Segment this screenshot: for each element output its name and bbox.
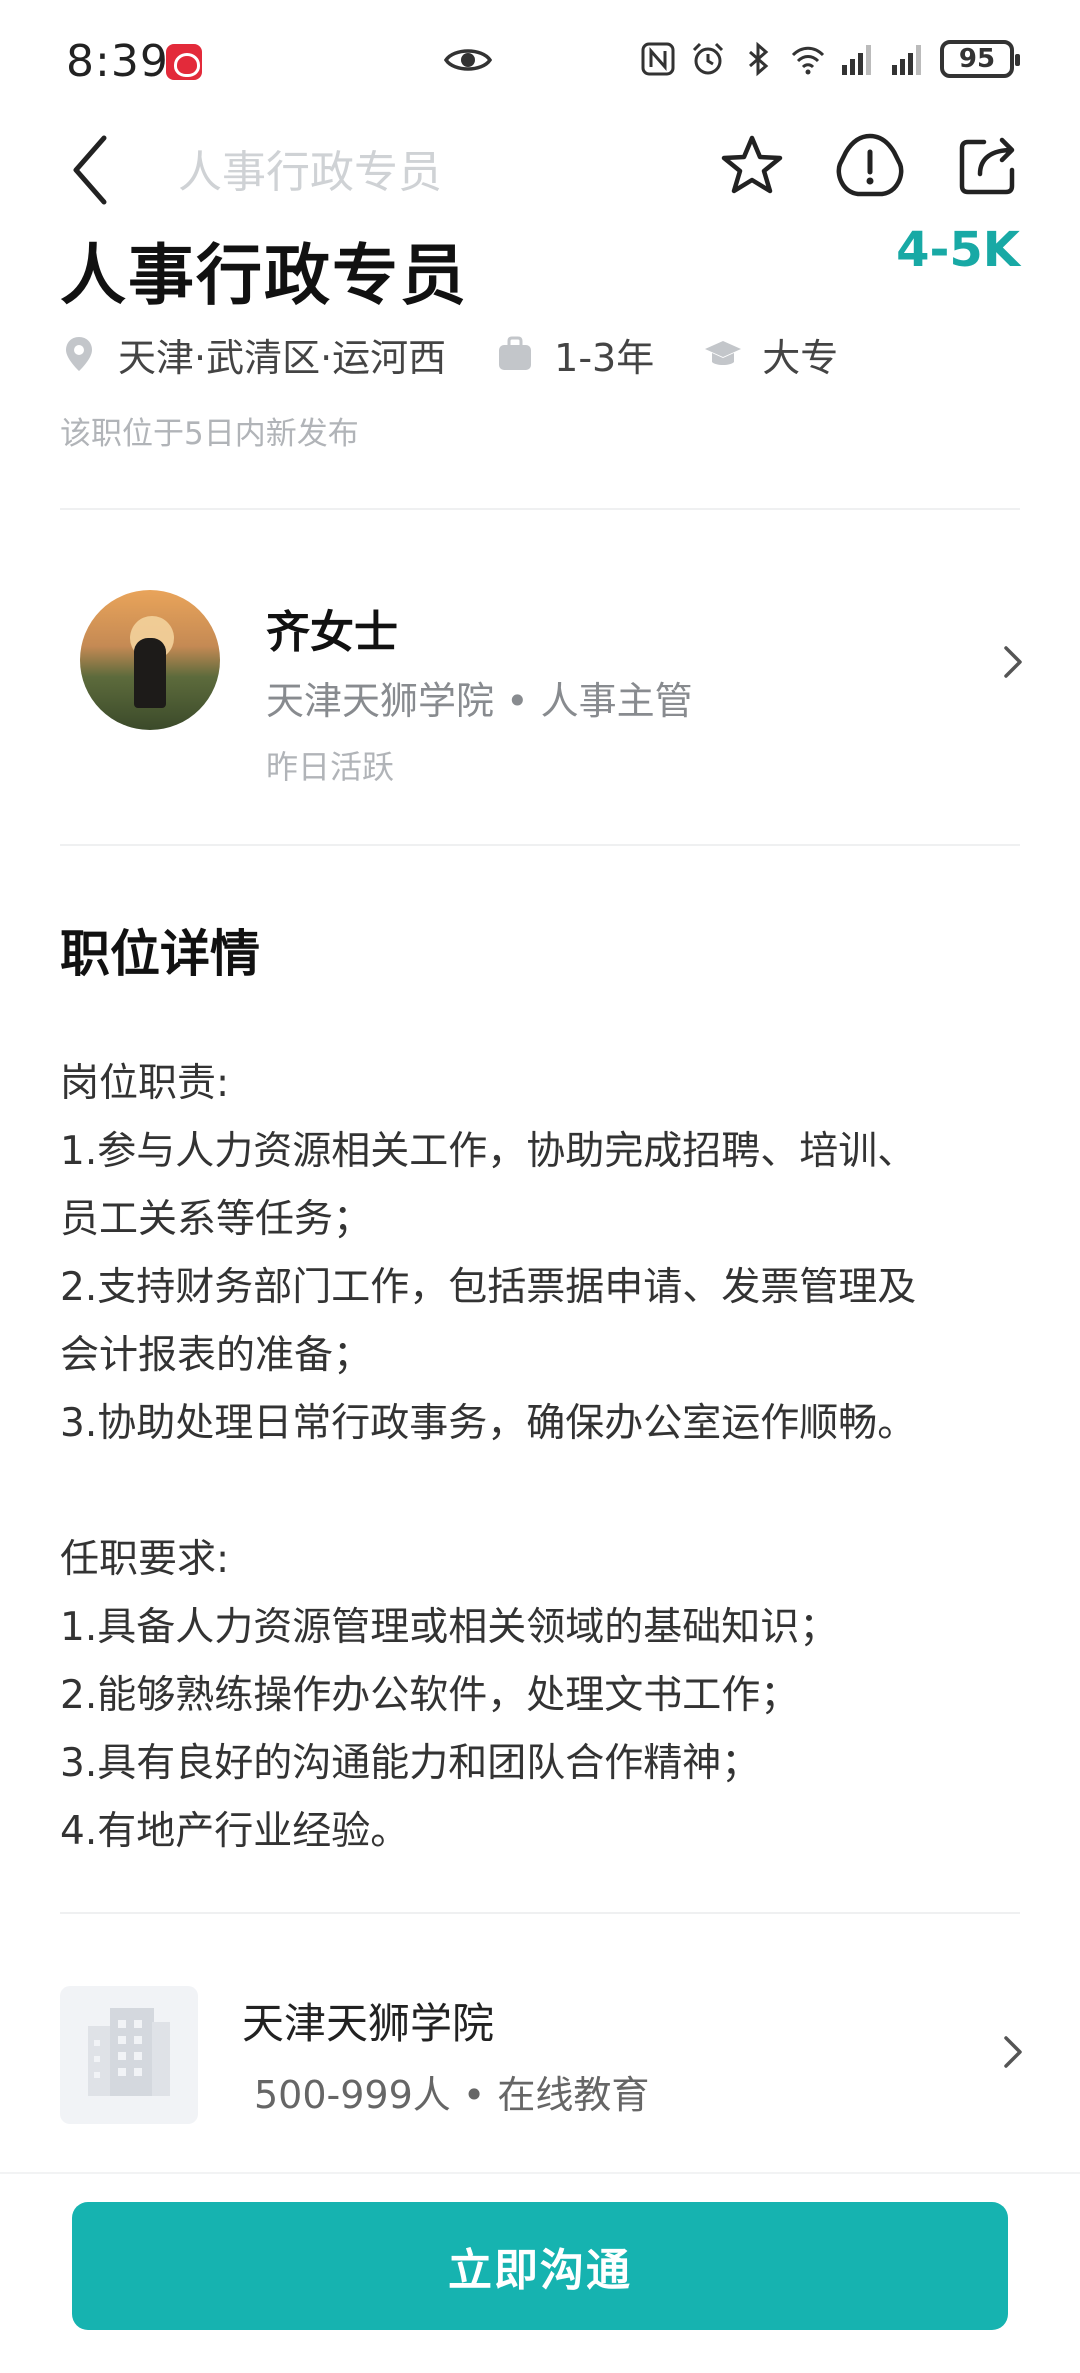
desc-line: 员工关系等任务； bbox=[60, 1197, 373, 1242]
nav-bar: 人事行政专员 bbox=[0, 120, 1080, 238]
desc-line: 1.具备人力资源管理或相关领域的基础知识； bbox=[60, 1605, 839, 1650]
desc-line: 1.参与人力资源相关工作，协助完成招聘、培训、 bbox=[60, 1129, 917, 1174]
chevron-right-icon bbox=[1004, 646, 1022, 678]
location-pin-icon bbox=[66, 337, 92, 371]
section-title-job-details: 职位详情 bbox=[60, 925, 260, 983]
building-icon bbox=[88, 2008, 170, 2096]
report-icon[interactable] bbox=[832, 128, 908, 204]
signal-icon-2 bbox=[892, 45, 921, 75]
recruiter-card[interactable]: 齐女士 天津天狮学院 • 人事主管 昨日活跃 bbox=[0, 560, 1080, 830]
desc-line: 3.具有良好的沟通能力和团队合作精神； bbox=[60, 1741, 761, 1786]
desc-line: 2.支持财务部门工作，包括票据申请、发票管理及 bbox=[60, 1265, 917, 1310]
desc-line bbox=[60, 1458, 1030, 1526]
eye-icon bbox=[444, 49, 492, 71]
company-logo bbox=[60, 1986, 198, 2124]
job-education-text: 大专 bbox=[762, 335, 839, 380]
job-location-text: 天津·武清区·运河西 bbox=[118, 335, 447, 380]
company-info: 500-999人 • 在线教育 bbox=[254, 2073, 650, 2117]
nav-title: 人事行政专员 bbox=[178, 147, 442, 198]
divider bbox=[60, 844, 1020, 846]
chevron-right-icon bbox=[1004, 2036, 1022, 2068]
divider bbox=[60, 508, 1020, 510]
graduation-cap-icon bbox=[705, 341, 742, 365]
app-notification-icon bbox=[166, 44, 202, 80]
battery-indicator: 95 bbox=[940, 40, 1020, 78]
recruiter-company-role: 天津天狮学院 • 人事主管 bbox=[266, 679, 693, 723]
desc-line: 任职要求: bbox=[60, 1537, 230, 1582]
job-experience-text: 1-3年 bbox=[554, 335, 655, 380]
avatar bbox=[80, 590, 220, 730]
desc-line: 岗位职责: bbox=[60, 1061, 230, 1106]
briefcase-icon bbox=[499, 336, 532, 370]
alarm-icon bbox=[692, 42, 724, 75]
job-title: 人事行政专员 bbox=[60, 237, 468, 314]
signal-icon bbox=[842, 45, 871, 75]
job-location: 天津·武清区·运河西 bbox=[60, 327, 446, 382]
status-icons: 95 bbox=[640, 40, 1020, 78]
recruiter-active-status: 昨日活跃 bbox=[266, 748, 395, 786]
job-description: 岗位职责: 1.参与人力资源相关工作，协助完成招聘、培训、 员工关系等任务； 2… bbox=[60, 1050, 1030, 1866]
share-icon[interactable] bbox=[950, 128, 1026, 204]
status-time: 8:39 bbox=[66, 36, 169, 87]
star-icon[interactable] bbox=[714, 128, 790, 204]
bottom-action-bar: 立即沟通 bbox=[0, 2172, 1080, 2373]
desc-line: 会计报表的准备； bbox=[60, 1333, 373, 1378]
recruiter-name: 齐女士 bbox=[266, 607, 398, 658]
job-meta: 天津·武清区·运河西 1-3年 大专 bbox=[60, 326, 888, 382]
back-icon[interactable] bbox=[64, 130, 124, 210]
wifi-icon bbox=[791, 46, 825, 75]
desc-line: 4.有地产行业经验。 bbox=[60, 1809, 410, 1854]
posted-notice: 该职位于5日内新发布 bbox=[60, 416, 359, 452]
job-experience: 1-3年 bbox=[496, 327, 654, 382]
job-education: 大专 bbox=[704, 327, 838, 382]
desc-line: 2.能够熟练操作办公软件，处理文书工作； bbox=[60, 1673, 800, 1718]
divider bbox=[60, 1912, 1020, 1914]
nfc-icon bbox=[641, 42, 675, 76]
desc-line: 3.协助处理日常行政事务，确保办公室运作顺畅。 bbox=[60, 1401, 917, 1446]
company-name: 天津天狮学院 bbox=[242, 1999, 495, 2048]
bluetooth-icon bbox=[749, 41, 769, 77]
status-bar: 8:39 95 bbox=[0, 0, 1080, 120]
chat-now-button[interactable]: 立即沟通 bbox=[72, 2202, 1008, 2330]
job-salary: 4-5K bbox=[896, 222, 1020, 278]
company-card[interactable]: 天津天狮学院 500-999人 • 在线教育 bbox=[0, 1960, 1080, 2130]
